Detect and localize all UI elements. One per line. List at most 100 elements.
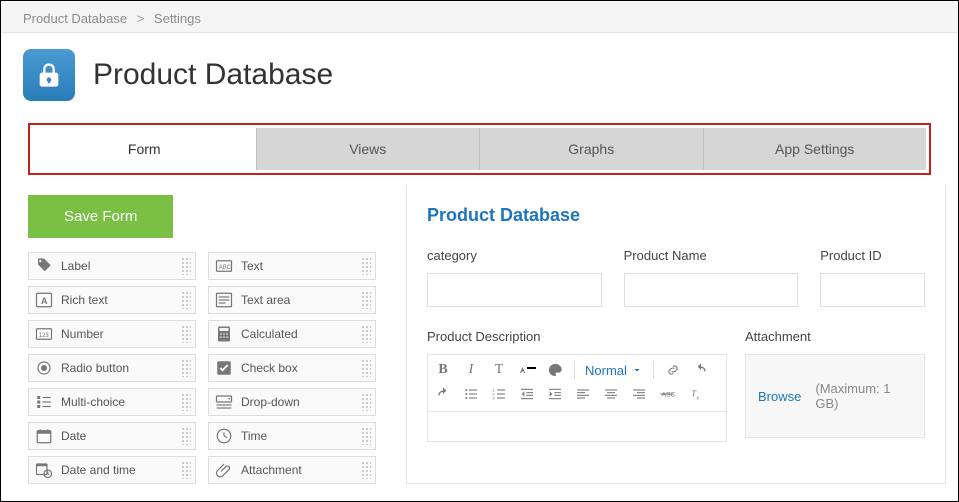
- tab-graphs[interactable]: Graphs: [479, 128, 703, 170]
- product-name-input[interactable]: [624, 273, 799, 307]
- drag-grip-icon: [361, 325, 371, 343]
- field-type-dropdown-label: Drop-down: [241, 395, 300, 409]
- italic-button[interactable]: I: [462, 361, 480, 379]
- attachment-dropzone[interactable]: Browse (Maximum: 1 GB): [745, 354, 925, 438]
- field-type-dropdown[interactable]: Drop-down: [208, 388, 376, 416]
- toolbar-divider: [653, 361, 654, 379]
- drag-grip-icon: [181, 291, 191, 309]
- clock-icon: [215, 427, 233, 445]
- radio-icon: [35, 359, 53, 377]
- drag-grip-icon: [361, 393, 371, 411]
- drag-grip-icon: [181, 427, 191, 445]
- palette-button[interactable]: [546, 361, 564, 379]
- calculator-icon: [215, 325, 233, 343]
- drag-grip-icon: [361, 359, 371, 377]
- field-type-text-label: Text: [241, 259, 263, 273]
- left-column: Save Form Label ABC Text A Rich text Tex…: [28, 185, 388, 484]
- tab-views[interactable]: Views: [256, 128, 480, 170]
- drag-grip-icon: [361, 291, 371, 309]
- calendar-icon: [35, 427, 53, 445]
- field-type-radio[interactable]: Radio button: [28, 354, 196, 382]
- tabs-highlight-box: Form Views Graphs App Settings: [28, 123, 931, 175]
- align-center-button[interactable]: [602, 385, 620, 403]
- svg-text:ABC: ABC: [219, 265, 232, 271]
- align-left-button[interactable]: [574, 385, 592, 403]
- svg-text:x: x: [696, 395, 699, 401]
- field-type-calculated-label: Calculated: [241, 327, 298, 341]
- field-type-multichoice[interactable]: Multi-choice: [28, 388, 196, 416]
- field-palette: Label ABC Text A Rich text Text area 123…: [28, 252, 388, 484]
- category-label: category: [427, 248, 602, 263]
- field-type-calculated[interactable]: Calculated: [208, 320, 376, 348]
- toolbar-divider: [574, 361, 575, 379]
- rich-text-toolbar: B I T Normal 123: [427, 354, 727, 412]
- svg-text:123: 123: [39, 333, 50, 339]
- tab-form[interactable]: Form: [33, 128, 256, 170]
- text-color-button[interactable]: [518, 361, 536, 379]
- bold-button[interactable]: B: [434, 361, 452, 379]
- datetime-icon: [35, 461, 53, 479]
- breadcrumb: Product Database > Settings: [1, 1, 958, 33]
- page-title: Product Database: [93, 58, 333, 92]
- font-size-select[interactable]: Normal: [585, 363, 643, 378]
- align-right-button[interactable]: [630, 385, 648, 403]
- lines-icon: [215, 291, 233, 309]
- product-name-field: Product Name: [624, 248, 799, 307]
- dropdown-icon: [215, 393, 233, 411]
- numbered-list-button[interactable]: 123: [490, 385, 508, 403]
- clear-format-button[interactable]: Tx: [686, 385, 704, 403]
- field-type-date-label: Date: [61, 429, 86, 443]
- lock-icon: [23, 49, 75, 101]
- bullet-list-button[interactable]: [462, 385, 480, 403]
- svg-text:A: A: [41, 296, 48, 306]
- browse-link[interactable]: Browse: [758, 389, 801, 404]
- field-type-attachment-label: Attachment: [241, 463, 302, 477]
- field-type-time[interactable]: Time: [208, 422, 376, 450]
- drag-grip-icon: [181, 461, 191, 479]
- field-type-label-text: Label: [61, 259, 90, 273]
- drag-grip-icon: [181, 359, 191, 377]
- content-area: Save Form Label ABC Text A Rich text Tex…: [1, 185, 958, 484]
- save-form-button[interactable]: Save Form: [28, 195, 173, 238]
- form-canvas: Product Database category Product Name P…: [406, 185, 946, 484]
- product-id-field: Product ID: [820, 248, 925, 307]
- field-type-attachment[interactable]: Attachment: [208, 456, 376, 484]
- tab-app-settings[interactable]: App Settings: [703, 128, 927, 170]
- description-editor[interactable]: [427, 412, 727, 442]
- app-header: Product Database: [1, 33, 958, 123]
- field-type-text-area[interactable]: Text area: [208, 286, 376, 314]
- paperclip-icon: [215, 461, 233, 479]
- drag-grip-icon: [361, 427, 371, 445]
- multichoice-icon: [35, 393, 53, 411]
- form-title: Product Database: [427, 205, 925, 226]
- indent-button[interactable]: [546, 385, 564, 403]
- attachment-limit-text: (Maximum: 1 GB): [815, 381, 912, 411]
- field-type-label[interactable]: Label: [28, 252, 196, 280]
- undo-button[interactable]: [692, 361, 710, 379]
- description-label: Product Description: [427, 329, 727, 344]
- field-type-checkbox[interactable]: Check box: [208, 354, 376, 382]
- product-id-label: Product ID: [820, 248, 925, 263]
- redo-button[interactable]: [434, 385, 452, 403]
- field-type-number-label: Number: [61, 327, 104, 341]
- tab-bar: Form Views Graphs App Settings: [33, 128, 926, 170]
- category-input[interactable]: [427, 273, 602, 307]
- abc-icon: ABC: [215, 257, 233, 275]
- drag-grip-icon: [361, 461, 371, 479]
- strikethrough-button[interactable]: ABC: [658, 385, 676, 403]
- field-type-rich-text[interactable]: A Rich text: [28, 286, 196, 314]
- outdent-button[interactable]: [518, 385, 536, 403]
- product-id-input[interactable]: [820, 273, 925, 307]
- field-type-number[interactable]: 123 Number: [28, 320, 196, 348]
- field-type-text[interactable]: ABC Text: [208, 252, 376, 280]
- letter-a-icon: A: [35, 291, 53, 309]
- font-size-button[interactable]: T: [490, 361, 508, 379]
- checkbox-icon: [215, 359, 233, 377]
- field-type-datetime[interactable]: Date and time: [28, 456, 196, 484]
- link-button[interactable]: [664, 361, 682, 379]
- field-type-date[interactable]: Date: [28, 422, 196, 450]
- field-type-multichoice-label: Multi-choice: [61, 395, 125, 409]
- breadcrumb-root[interactable]: Product Database: [23, 11, 127, 26]
- breadcrumb-current: Settings: [154, 11, 201, 26]
- number-icon: 123: [35, 325, 53, 343]
